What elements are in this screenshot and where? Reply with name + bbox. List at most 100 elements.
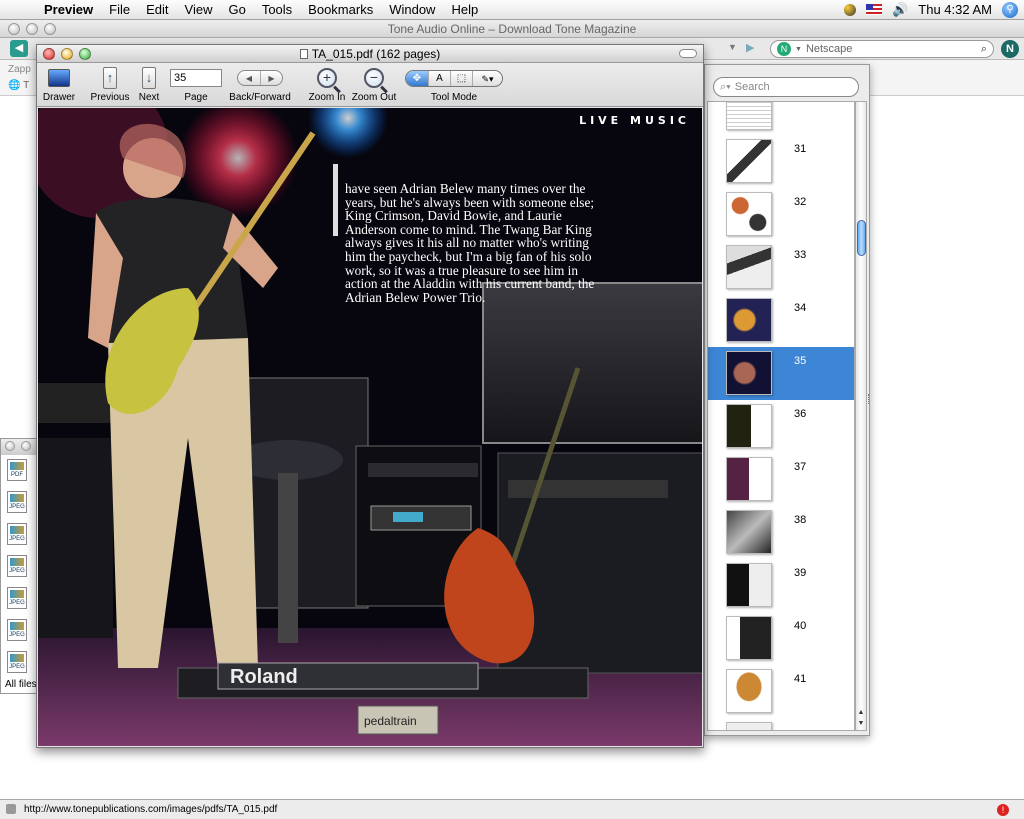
- thumbnail-row[interactable]: [708, 102, 854, 135]
- browser-zoom-icon[interactable]: [44, 23, 56, 35]
- input-menu-flag-icon[interactable]: [866, 4, 883, 15]
- pdf-file-icon[interactable]: PDF: [7, 459, 27, 481]
- jpeg-file-icon[interactable]: JPEG: [7, 491, 27, 513]
- thumbnail-drawer: ⌕▾ Search 31 32 33 34 35 36 37 38 39 40 …: [704, 64, 870, 736]
- drawer-resize-handle[interactable]: [868, 394, 871, 404]
- select-tool-icon[interactable]: ⬚: [450, 70, 472, 86]
- page-thumbnail: [726, 245, 772, 289]
- page-thumbnail: [726, 669, 772, 713]
- file-list-close-icon[interactable]: [5, 441, 15, 451]
- page-thumbnail: [726, 298, 772, 342]
- error-alert-icon[interactable]: !: [997, 804, 1009, 816]
- menu-window[interactable]: Window: [381, 2, 443, 17]
- jpeg-file-icon[interactable]: JPEG: [7, 619, 27, 641]
- thumbnail-row[interactable]: 41: [708, 665, 854, 718]
- pdf-page-view[interactable]: Roland pedaltrain LIVE MUSIC have seen A…: [38, 108, 702, 746]
- security-lock-icon[interactable]: [6, 804, 16, 814]
- zoom-in-button[interactable]: + Zoom In: [307, 65, 347, 103]
- thumbnail-row[interactable]: 39: [708, 559, 854, 612]
- page-number: 31: [794, 143, 807, 155]
- menu-go[interactable]: Go: [220, 2, 253, 17]
- menu-clock[interactable]: Thu 4:32 AM: [918, 2, 992, 17]
- menu-help[interactable]: Help: [443, 2, 486, 17]
- thumbnail-row[interactable]: [708, 718, 854, 730]
- browser-search-field[interactable]: N ▼ Netscape ⌕: [770, 40, 994, 58]
- page-number: 36: [794, 408, 807, 420]
- thumbnail-list[interactable]: 31 32 33 34 35 36 37 38 39 40 41: [707, 101, 855, 731]
- page-number: 40: [794, 620, 807, 632]
- thumbnail-row[interactable]: 31: [708, 135, 854, 188]
- previous-page-button[interactable]: ↑ Previous: [89, 65, 131, 103]
- page-number: 37: [794, 461, 807, 473]
- spotlight-icon[interactable]: ⚲: [1002, 1, 1018, 18]
- thumbnail-row[interactable]: 33: [708, 241, 854, 294]
- text-tool-icon[interactable]: A: [428, 70, 450, 86]
- menu-edit[interactable]: Edit: [138, 2, 176, 17]
- browser-minimize-icon[interactable]: [26, 23, 38, 35]
- zoom-window-icon[interactable]: [79, 48, 91, 60]
- search-magnifier-icon[interactable]: ⌕: [981, 43, 987, 56]
- scroll-up-arrow-icon[interactable]: ▲: [856, 708, 866, 718]
- jpeg-file-icon[interactable]: JPEG: [7, 523, 27, 545]
- thumbnail-row[interactable]: 34: [708, 294, 854, 347]
- browser-tab-label[interactable]: Zapp: [8, 64, 31, 75]
- volume-icon[interactable]: 🔊: [892, 2, 908, 18]
- jpeg-file-icon[interactable]: JPEG: [7, 587, 27, 609]
- page-number: 34: [794, 302, 807, 314]
- preview-window: TA_015.pdf (162 pages) Drawer ↑ Previous…: [36, 44, 704, 748]
- menu-file[interactable]: File: [101, 2, 138, 17]
- file-list-minimize-icon[interactable]: [21, 441, 31, 451]
- preview-window-title: TA_015.pdf (162 pages): [311, 47, 441, 61]
- url-history-chevron-icon[interactable]: ▼: [728, 42, 737, 52]
- netscape-search-engine-icon[interactable]: N: [777, 42, 791, 56]
- thumbnail-row[interactable]: 38: [708, 506, 854, 559]
- menu-bookmarks[interactable]: Bookmarks: [300, 2, 381, 17]
- search-icon: ⌕▾: [720, 80, 731, 93]
- page-thumbnail: [726, 404, 772, 448]
- status-url: http://www.tonepublications.com/images/p…: [24, 804, 278, 815]
- thumbnail-scrollbar[interactable]: ▲ ▼: [855, 101, 867, 731]
- zoom-out-button[interactable]: − Zoom Out: [351, 65, 397, 103]
- next-label: Next: [138, 92, 160, 103]
- thumbnail-row-selected[interactable]: 35: [708, 347, 854, 400]
- move-tool-icon[interactable]: ✥: [406, 70, 428, 86]
- jpeg-file-icon[interactable]: JPEG: [7, 651, 27, 673]
- next-page-button[interactable]: ↓ Next: [135, 65, 163, 103]
- annotate-pen-icon[interactable]: ✎▾: [472, 70, 502, 86]
- toolbar-toggle-button[interactable]: [679, 49, 697, 58]
- drawer-search-placeholder: Search: [734, 81, 770, 93]
- browser-search-placeholder: Netscape: [805, 43, 853, 55]
- menu-view[interactable]: View: [177, 2, 221, 17]
- search-dropdown-icon[interactable]: ▼: [795, 46, 802, 53]
- browser-close-icon[interactable]: [8, 23, 20, 35]
- menu-app-name[interactable]: Preview: [36, 2, 101, 17]
- page-thumbnail: [726, 563, 772, 607]
- browser-tab-item[interactable]: 🌐 T: [8, 80, 29, 91]
- scrollbar-thumb[interactable]: [857, 220, 866, 256]
- forward-icon[interactable]: ▶: [260, 71, 282, 85]
- thumbnail-row[interactable]: 40: [708, 612, 854, 665]
- scroll-down-arrow-icon[interactable]: ▼: [856, 719, 866, 729]
- pdf-document-icon[interactable]: [299, 49, 308, 59]
- netscape-logo-icon[interactable]: N: [1001, 40, 1019, 58]
- file-filter-label[interactable]: All files: [5, 679, 37, 690]
- thumbnail-row[interactable]: 36: [708, 400, 854, 453]
- back-icon[interactable]: ◀: [238, 71, 260, 85]
- drawer-button[interactable]: Drawer: [41, 65, 77, 103]
- minimize-window-icon[interactable]: [61, 48, 73, 60]
- page-number: 35: [794, 355, 807, 367]
- page-number-input[interactable]: [170, 69, 222, 87]
- menu-bar: Preview File Edit View Go Tools Bookmark…: [0, 0, 1024, 20]
- display-menu-icon[interactable]: [844, 3, 857, 16]
- jpeg-file-icon[interactable]: JPEG: [7, 555, 27, 577]
- page-number: 41: [794, 673, 807, 685]
- file-list-title-bar: [1, 439, 39, 455]
- thumbnail-row[interactable]: 32: [708, 188, 854, 241]
- menu-tools[interactable]: Tools: [254, 2, 300, 17]
- browser-back-icon[interactable]: ◀: [10, 40, 28, 57]
- browser-go-icon[interactable]: ▶: [746, 41, 760, 55]
- close-window-icon[interactable]: [43, 48, 55, 60]
- thumbnail-row[interactable]: 37: [708, 453, 854, 506]
- drawer-search-field[interactable]: ⌕▾ Search: [713, 77, 859, 97]
- page-field-group: Page: [169, 65, 223, 103]
